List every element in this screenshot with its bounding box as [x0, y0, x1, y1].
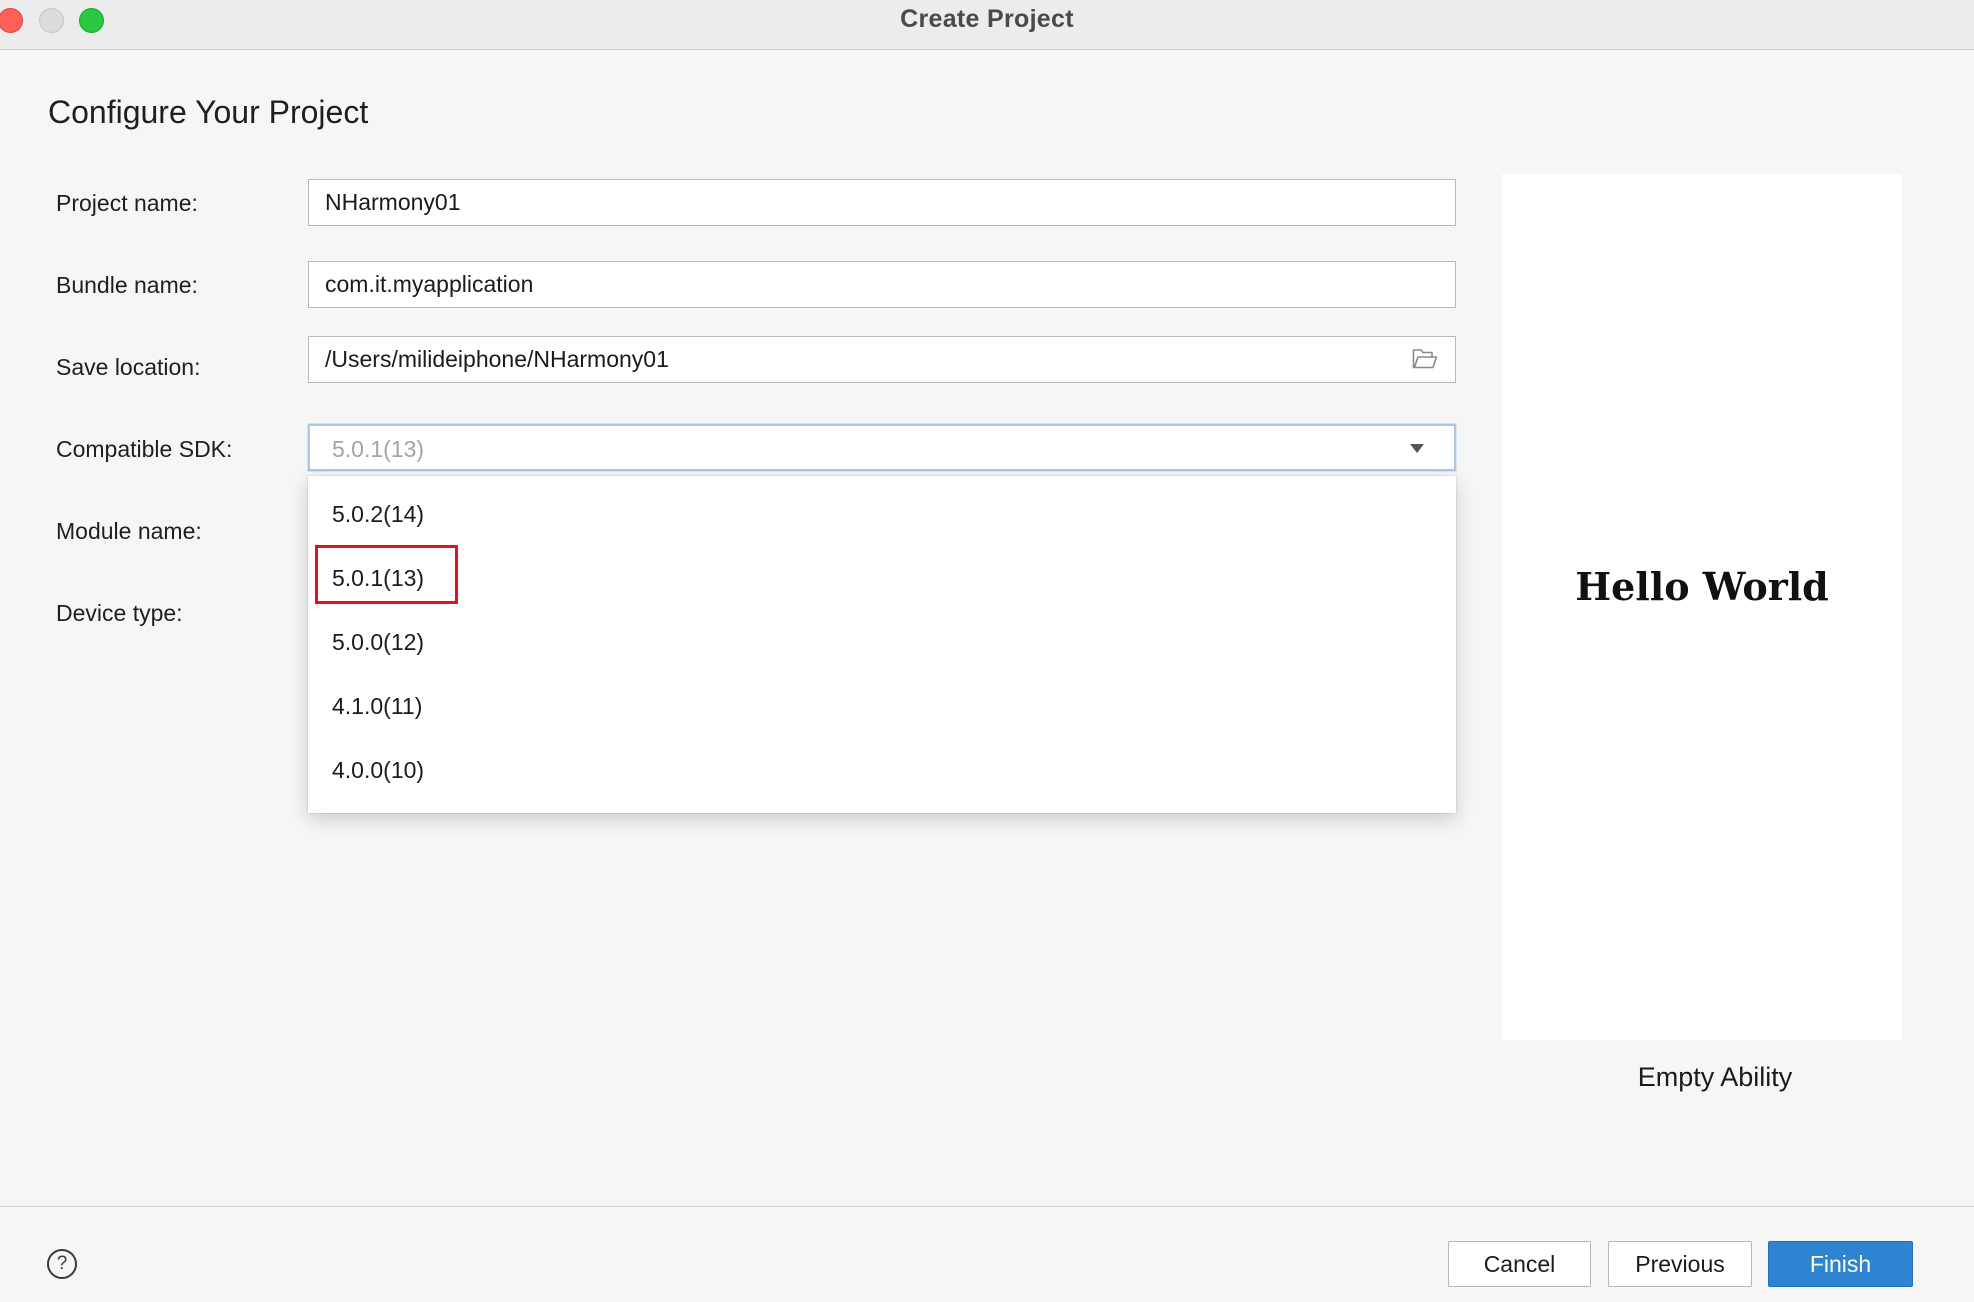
compatible-sdk-label: Compatible SDK: [56, 436, 233, 462]
sdk-option-label: 5.0.0(12) [332, 629, 425, 655]
template-preview: Hello World [1502, 174, 1902, 1040]
sdk-option-label: 5.0.1(13) [332, 565, 425, 591]
title-bar: Create Project [0, 0, 1974, 50]
previous-button[interactable]: Previous [1608, 1241, 1752, 1287]
bundle-name-input[interactable] [308, 261, 1456, 308]
sdk-option[interactable]: 5.0.1(13) [308, 547, 1456, 607]
sdk-dropdown-list: 5.0.2(14) 5.0.1(13) 5.0.0(12) 4.1.0(11) … [308, 476, 1456, 813]
project-name-label: Project name: [56, 190, 198, 216]
save-location-label: Save location: [56, 354, 201, 380]
preview-hello-text: Hello World [1575, 564, 1829, 609]
caret-down-icon [1410, 444, 1424, 453]
module-name-label: Module name: [56, 518, 202, 544]
finish-button[interactable]: Finish [1768, 1241, 1913, 1287]
save-location-field [308, 336, 1456, 383]
compatible-sdk-value: 5.0.1(13) [332, 436, 425, 462]
sdk-option-label: 4.1.0(11) [332, 693, 423, 719]
save-location-input[interactable] [308, 336, 1456, 383]
project-name-input[interactable] [308, 179, 1456, 226]
sdk-option[interactable]: 4.0.0(10) [308, 739, 1456, 799]
folder-open-icon[interactable] [1412, 348, 1438, 370]
sdk-option[interactable]: 4.1.0(11) [308, 675, 1456, 735]
page-title: Configure Your Project [48, 94, 369, 130]
sdk-option-label: 4.0.0(10) [332, 757, 425, 783]
compatible-sdk-select[interactable]: 5.0.1(13) [308, 424, 1456, 471]
bundle-name-label: Bundle name: [56, 272, 198, 298]
sdk-option[interactable]: 5.0.0(12) [308, 611, 1456, 671]
device-type-label: Device type: [56, 600, 183, 626]
cancel-button[interactable]: Cancel [1448, 1241, 1591, 1287]
sdk-option[interactable]: 5.0.2(14) [308, 483, 1456, 543]
window-title: Create Project [900, 5, 1074, 33]
help-circle-icon[interactable]: ? [47, 1249, 77, 1279]
footer-divider [0, 1206, 1974, 1207]
template-name: Empty Ability [1637, 1062, 1793, 1092]
sdk-option-label: 5.0.2(14) [332, 501, 425, 527]
